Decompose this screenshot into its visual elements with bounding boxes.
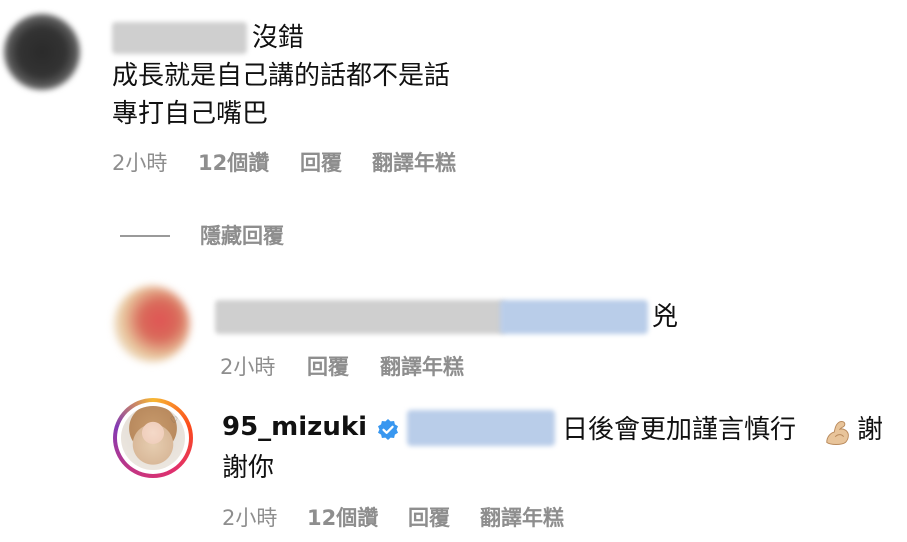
verified-badge-icon bbox=[378, 419, 398, 440]
redacted-username[interactable] bbox=[112, 22, 247, 54]
reply-text-line-2: 謝你 bbox=[222, 453, 275, 483]
mizuki-timestamp[interactable]: 2小時 bbox=[222, 505, 277, 531]
mizuki-profile-photo: ♡ bbox=[121, 406, 185, 470]
photo-decoration: ♡ bbox=[169, 416, 179, 426]
reply-text-line-1: 日後會更加謹言慎行 bbox=[562, 415, 797, 445]
reply-translate-button[interactable]: 翻譯年糕 bbox=[380, 354, 464, 380]
flexed-biceps-icon bbox=[826, 421, 849, 445]
hide-replies-button[interactable]: 隱藏回覆 bbox=[200, 223, 284, 249]
reply-timestamp[interactable]: 2小時 bbox=[220, 354, 275, 380]
comment-likes-count[interactable]: 12個讚 bbox=[198, 150, 269, 176]
mizuki-avatar-story-ring[interactable]: ♡ bbox=[113, 398, 193, 478]
replier-avatar[interactable] bbox=[114, 286, 190, 362]
reply-reply-button[interactable]: 回覆 bbox=[307, 354, 349, 380]
comment-reply-button[interactable]: 回覆 bbox=[300, 150, 342, 176]
comment-text-line-3: 專打自己嘴巴 bbox=[112, 99, 269, 129]
comment-translate-button[interactable]: 翻譯年糕 bbox=[372, 150, 456, 176]
reply-text: 兇 bbox=[652, 302, 679, 332]
redacted-username[interactable] bbox=[215, 300, 505, 334]
reply-text-line-1-end: 謝 bbox=[857, 415, 884, 445]
mizuki-reply-button[interactable]: 回覆 bbox=[408, 505, 450, 531]
mizuki-translate-button[interactable]: 翻譯年糕 bbox=[480, 505, 564, 531]
redacted-mention[interactable] bbox=[407, 410, 555, 446]
redacted-mention[interactable] bbox=[500, 300, 648, 334]
comment-timestamp[interactable]: 2小時 bbox=[112, 150, 167, 176]
comment-text-line-1: 沒錯 bbox=[252, 23, 305, 53]
hide-replies-divider bbox=[120, 235, 170, 237]
comment-text-line-2: 成長就是自己講的話都不是話 bbox=[112, 61, 451, 91]
mizuki-likes-count[interactable]: 12個讚 bbox=[307, 505, 378, 531]
commenter-avatar[interactable] bbox=[4, 14, 80, 90]
reply-username[interactable]: 95_mizuki bbox=[222, 410, 367, 444]
